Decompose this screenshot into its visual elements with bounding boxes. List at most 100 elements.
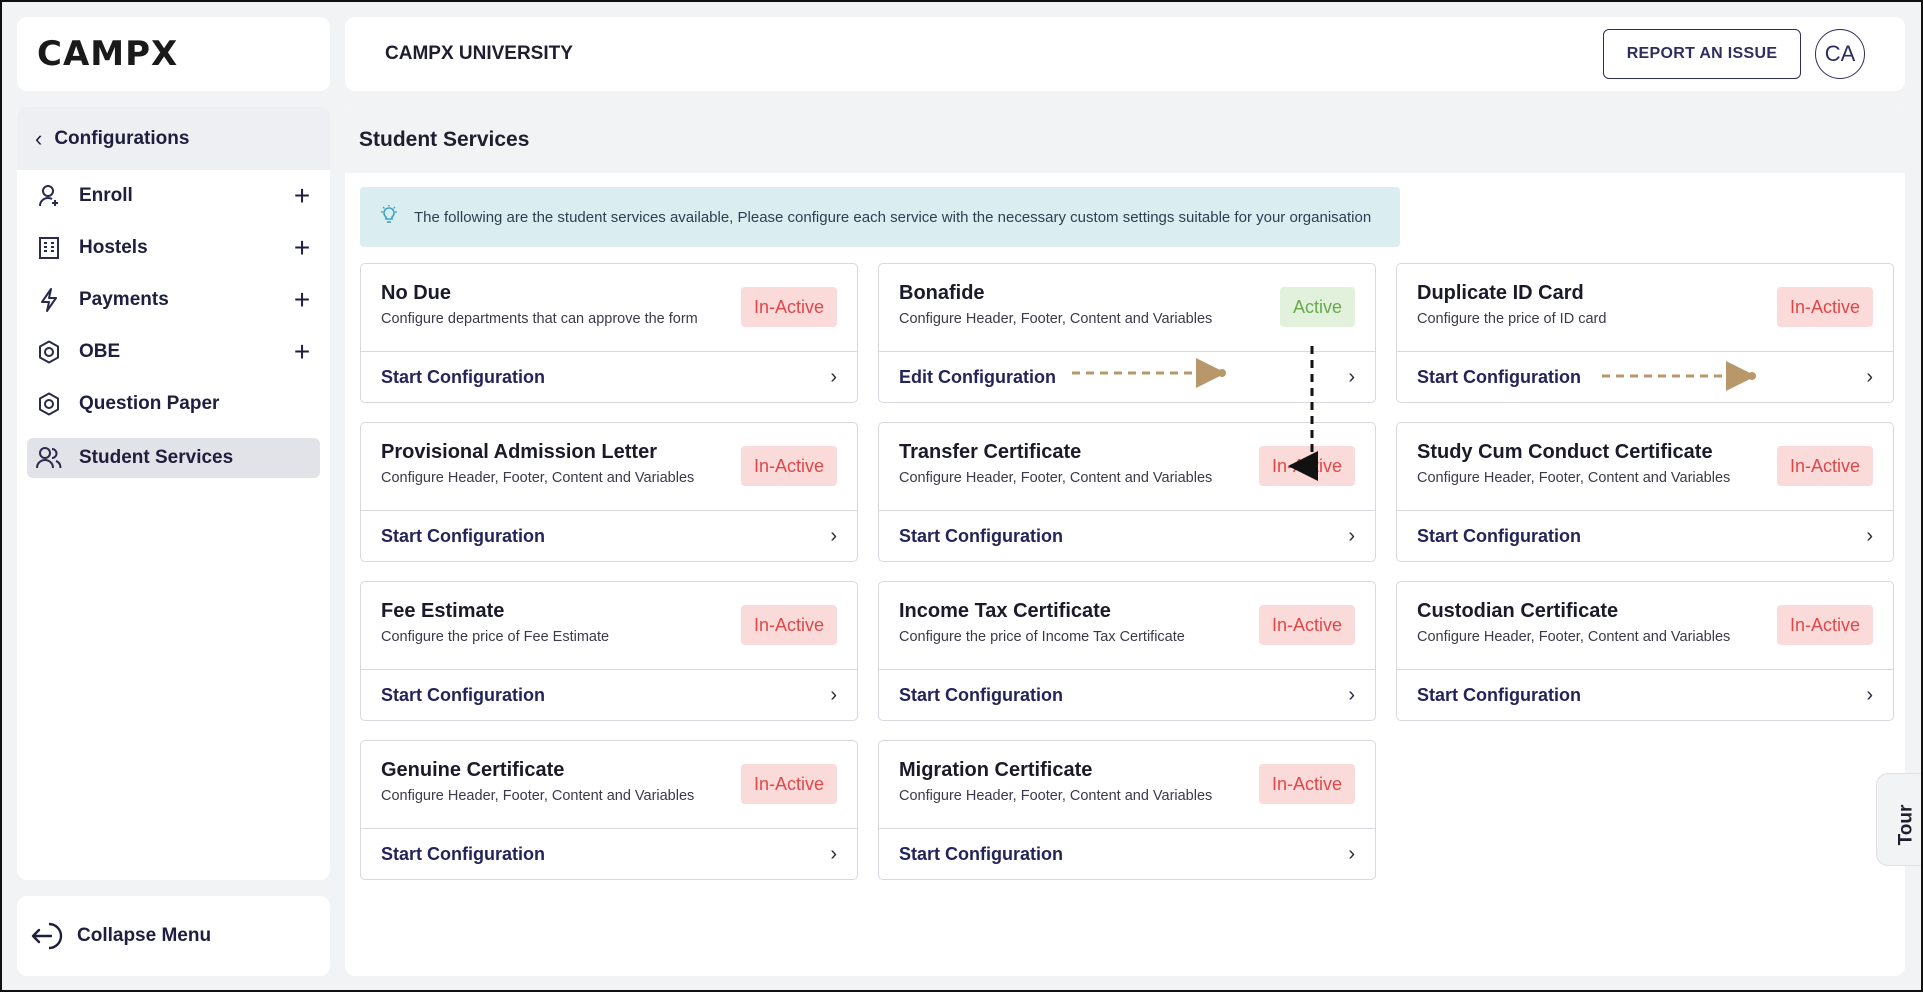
sidebar-item-label: Enroll bbox=[79, 185, 133, 206]
sidebar-item-label: Payments bbox=[79, 289, 169, 310]
action-label: Start Configuration bbox=[381, 843, 545, 864]
service-card-study-cum-conduct-certificate: Study Cum Conduct Certificate Configure H… bbox=[1396, 422, 1894, 562]
sidebar-item-student-services[interactable]: Student Services bbox=[27, 438, 320, 478]
start-configuration-link[interactable]: Start Configuration › bbox=[879, 670, 1375, 720]
chevron-right-icon: › bbox=[830, 365, 837, 388]
chevron-right-icon: › bbox=[1866, 524, 1873, 547]
start-configuration-link[interactable]: Start Configuration › bbox=[879, 829, 1375, 879]
card-header: Fee Estimate Configure the price of Fee E… bbox=[361, 582, 857, 670]
university-name: CAMPX UNIVERSITY bbox=[385, 43, 573, 64]
info-banner: The following are the student services a… bbox=[360, 187, 1400, 247]
card-header: Transfer Certificate Configure Header, Fo… bbox=[879, 423, 1375, 511]
collapse-arrow-icon bbox=[31, 922, 63, 950]
chevron-right-icon: › bbox=[830, 683, 837, 706]
action-label: Start Configuration bbox=[899, 525, 1063, 546]
status-badge: In-Active bbox=[1776, 446, 1873, 486]
service-card-genuine-certificate: Genuine Certificate Configure Header, Foo… bbox=[360, 740, 858, 880]
service-card-fee-estimate: Fee Estimate Configure the price of Fee E… bbox=[360, 581, 858, 721]
edit-configuration-link[interactable]: Edit Configuration › bbox=[879, 352, 1375, 402]
start-configuration-link[interactable]: Start Configuration › bbox=[1397, 352, 1893, 402]
service-grid: No Due Configure departments that can app… bbox=[360, 263, 1894, 880]
lightning-icon bbox=[35, 286, 63, 314]
logo-card: CAMPX bbox=[17, 17, 330, 91]
tour-button[interactable]: Tour bbox=[1876, 773, 1923, 866]
card-header: Study Cum Conduct Certificate Configure H… bbox=[1397, 423, 1893, 511]
sidebar-list: Enroll + Hostels + Payments + OBE + Question Pap… bbox=[17, 170, 330, 478]
sidebar-item-label: Question Paper bbox=[79, 393, 220, 414]
chevron-right-icon: › bbox=[1348, 842, 1355, 865]
status-badge: In-Active bbox=[740, 287, 837, 327]
card-header: Migration Certificate Configure Header, F… bbox=[879, 741, 1375, 829]
sidebar-item-label: OBE bbox=[79, 341, 121, 362]
start-configuration-link[interactable]: Start Configuration › bbox=[361, 670, 857, 720]
status-badge: In-Active bbox=[1258, 605, 1355, 645]
action-label: Edit Configuration bbox=[899, 366, 1056, 387]
action-label: Start Configuration bbox=[899, 684, 1063, 705]
sidebar-item-payments[interactable]: Payments + bbox=[17, 274, 330, 326]
chevron-right-icon: › bbox=[1348, 683, 1355, 706]
building-icon bbox=[35, 234, 63, 262]
campx-logo[interactable]: CAMPX bbox=[37, 34, 178, 74]
chevron-right-icon: › bbox=[830, 842, 837, 865]
card-header: No Due Configure departments that can app… bbox=[361, 264, 857, 352]
status-badge: In-Active bbox=[1258, 446, 1355, 486]
status-badge: In-Active bbox=[1776, 287, 1873, 327]
main-content: Student Services The following are the s… bbox=[345, 107, 1905, 976]
action-label: Start Configuration bbox=[381, 366, 545, 387]
avatar[interactable]: CA bbox=[1815, 29, 1865, 79]
start-configuration-link[interactable]: Start Configuration › bbox=[879, 511, 1375, 561]
chevron-left-icon: ‹ bbox=[35, 125, 43, 151]
service-card-migration-certificate: Migration Certificate Configure Header, F… bbox=[878, 740, 1376, 880]
card-header: Bonafide Configure Header, Footer, Conten… bbox=[879, 264, 1375, 352]
collapse-menu-label: Collapse Menu bbox=[77, 925, 212, 946]
user-plus-icon bbox=[35, 182, 63, 210]
report-issue-button[interactable]: REPORT AN ISSUE bbox=[1603, 29, 1801, 79]
status-badge: In-Active bbox=[740, 764, 837, 804]
start-configuration-link[interactable]: Start Configuration › bbox=[361, 829, 857, 879]
tour-label: Tour bbox=[1895, 804, 1916, 845]
service-card-provisional-admission-letter: Provisional Admission Letter Configure He… bbox=[360, 422, 858, 562]
chevron-right-icon: › bbox=[1348, 524, 1355, 547]
plus-icon[interactable]: + bbox=[290, 232, 314, 264]
card-header: Genuine Certificate Configure Header, Foo… bbox=[361, 741, 857, 829]
action-label: Start Configuration bbox=[899, 843, 1063, 864]
sidebar-item-label: Student Services bbox=[79, 447, 234, 468]
start-configuration-link[interactable]: Start Configuration › bbox=[1397, 670, 1893, 720]
card-header: Income Tax Certificate Configure the pric… bbox=[879, 582, 1375, 670]
page-title: Student Services bbox=[345, 107, 1905, 173]
plus-icon[interactable]: + bbox=[290, 284, 314, 316]
collapse-menu-button[interactable]: Collapse Menu bbox=[17, 896, 330, 976]
card-header: Provisional Admission Letter Configure He… bbox=[361, 423, 857, 511]
sidebar-item-obe[interactable]: OBE + bbox=[17, 326, 330, 378]
service-card-duplicate-id-card: Duplicate ID Card Configure the price of … bbox=[1396, 263, 1894, 403]
lightbulb-icon bbox=[380, 204, 398, 230]
sidebar-item-hostels[interactable]: Hostels + bbox=[17, 222, 330, 274]
plus-icon[interactable]: + bbox=[290, 336, 314, 368]
action-label: Start Configuration bbox=[1417, 366, 1581, 387]
action-label: Start Configuration bbox=[381, 684, 545, 705]
chevron-right-icon: › bbox=[1866, 683, 1873, 706]
users-icon bbox=[35, 444, 63, 472]
service-card-transfer-certificate: Transfer Certificate Configure Header, Fo… bbox=[878, 422, 1376, 562]
status-badge: In-Active bbox=[1776, 605, 1873, 645]
start-configuration-link[interactable]: Start Configuration › bbox=[1397, 511, 1893, 561]
service-card-no-due: No Due Configure departments that can app… bbox=[360, 263, 858, 403]
start-configuration-link[interactable]: Start Configuration › bbox=[361, 511, 857, 561]
sidebar-item-enroll[interactable]: Enroll + bbox=[17, 170, 330, 222]
service-card-custodian-certificate: Custodian Certificate Configure Header, F… bbox=[1396, 581, 1894, 721]
status-badge: In-Active bbox=[740, 446, 837, 486]
sidebar-item-question-paper[interactable]: Question Paper bbox=[17, 378, 330, 430]
hexagon-gear-icon bbox=[35, 390, 63, 418]
chevron-right-icon: › bbox=[830, 524, 837, 547]
start-configuration-link[interactable]: Start Configuration › bbox=[361, 352, 857, 402]
sidebar: ‹ Configurations Enroll + Hostels + Payments… bbox=[17, 107, 330, 880]
card-header: Custodian Certificate Configure Header, F… bbox=[1397, 582, 1893, 670]
sidebar-back-label: Configurations bbox=[54, 127, 190, 149]
status-badge: In-Active bbox=[740, 605, 837, 645]
service-card-bonafide: Bonafide Configure Header, Footer, Conten… bbox=[878, 263, 1376, 403]
sidebar-item-label: Hostels bbox=[79, 237, 148, 258]
status-badge: Active bbox=[1279, 287, 1355, 327]
sidebar-back-configurations[interactable]: ‹ Configurations bbox=[17, 107, 330, 170]
action-label: Start Configuration bbox=[381, 525, 545, 546]
plus-icon[interactable]: + bbox=[290, 180, 314, 212]
